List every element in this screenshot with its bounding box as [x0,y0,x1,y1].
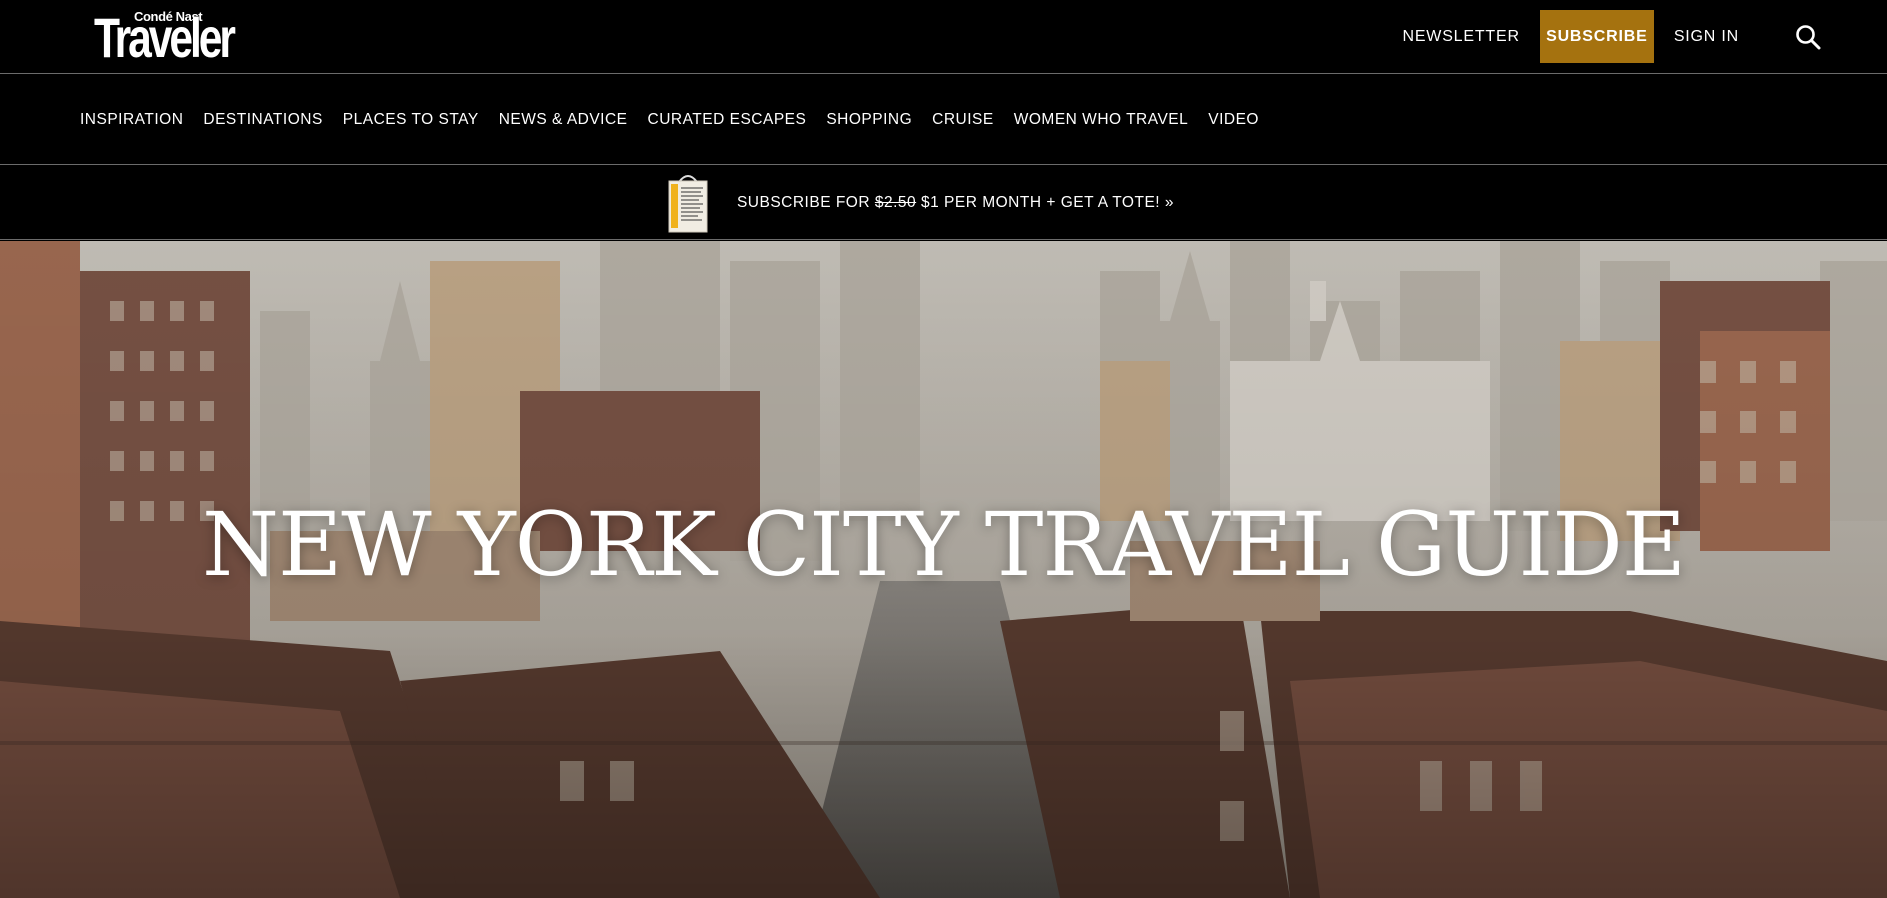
main-navigation: INSPIRATION DESTINATIONS PLACES TO STAY … [0,75,1887,165]
nav-item-destinations[interactable]: DESTINATIONS [193,111,332,128]
promo-text[interactable]: SUBSCRIBE FOR $2.50 $1 PER MONTH + GET A… [737,194,1174,212]
search-icon [1796,24,1821,49]
top-bar: Traveler Condé Nast NEWSLETTER SUBSCRIBE… [0,0,1887,74]
sign-in-link[interactable]: SIGN IN [1654,28,1759,46]
traveler-logo[interactable]: Traveler Condé Nast [94,8,236,66]
subscribe-promo-banner[interactable]: SUBSCRIBE FOR $2.50 $1 PER MONTH + GET A… [0,166,1887,240]
nav-item-video[interactable]: VIDEO [1198,111,1269,128]
newsletter-link[interactable]: NEWSLETTER [1382,28,1539,46]
logo-publisher: Condé Nast [134,9,203,24]
page-title: NEW YORK CITY TRAVEL GUIDE [201,493,1686,596]
promo-offer: $1 PER MONTH + GET A TOTE! » [916,193,1175,211]
nav-item-cruise[interactable]: CRUISE [922,111,1004,128]
promo-old-price: $2.50 [874,193,917,211]
nav-item-curated-escapes[interactable]: CURATED ESCAPES [638,111,817,128]
nav-item-women-who-travel[interactable]: WOMEN WHO TRAVEL [1004,111,1199,128]
nav-item-shopping[interactable]: SHOPPING [816,111,922,128]
subscribe-button[interactable]: SUBSCRIBE [1539,10,1654,63]
nav-item-inspiration[interactable]: INSPIRATION [70,111,193,128]
tote-bag-image [668,174,708,232]
nav-item-places-to-stay[interactable]: PLACES TO STAY [333,111,489,128]
promo-prefix: SUBSCRIBE FOR [736,193,875,211]
search-button[interactable] [1785,14,1831,60]
nav-list: INSPIRATION DESTINATIONS PLACES TO STAY … [70,75,1269,164]
header-actions: NEWSLETTER SUBSCRIBE SIGN IN [1382,10,1831,63]
nav-item-news-advice[interactable]: NEWS & ADVICE [489,111,638,128]
hero-section: NEW YORK CITY TRAVEL GUIDE [0,241,1887,898]
